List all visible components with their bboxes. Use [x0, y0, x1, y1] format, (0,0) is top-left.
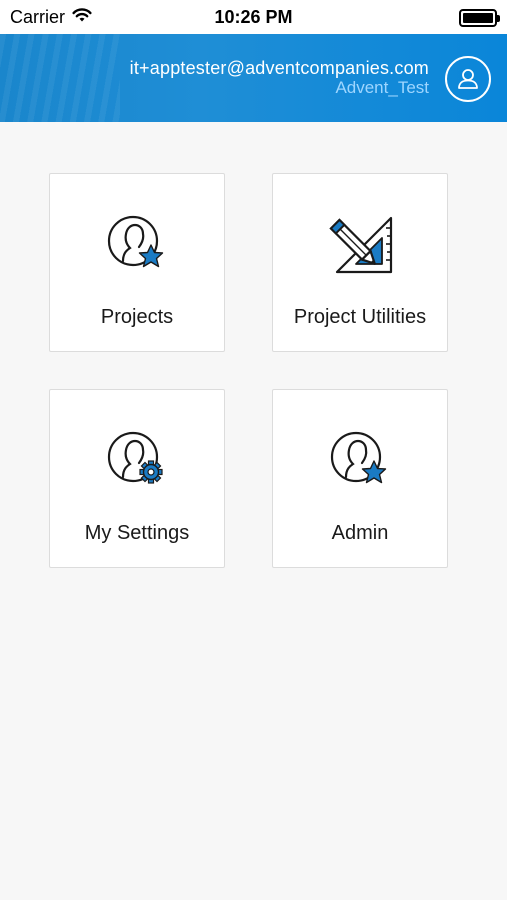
environment-label: Advent_Test — [335, 78, 429, 97]
user-star-icon — [273, 430, 447, 492]
app-header: it+apptester@adventcompanies.com Advent_… — [0, 34, 507, 122]
header-texture — [0, 34, 120, 122]
profile-avatar-button[interactable] — [445, 56, 491, 102]
admin-tile[interactable]: Admin — [272, 389, 448, 568]
user-email: it+apptester@adventcompanies.com — [129, 58, 429, 78]
status-bar: Carrier 10:26 PM — [0, 0, 507, 34]
user-gear-icon — [50, 430, 224, 492]
projects-label: Projects — [100, 306, 174, 328]
project-utilities-tile[interactable]: Project Utilities — [272, 173, 448, 352]
project-utilities-label: Project Utilities — [293, 306, 427, 328]
pencil-triangle-icon — [273, 214, 447, 276]
admin-label: Admin — [331, 522, 389, 544]
status-time: 10:26 PM — [214, 7, 293, 27]
my-settings-tile[interactable]: My Settings — [49, 389, 225, 568]
projects-tile[interactable]: Projects — [49, 173, 225, 352]
user-icon — [458, 69, 478, 89]
battery-icon — [459, 9, 500, 27]
my-settings-label: My Settings — [84, 522, 190, 544]
user-star-icon — [50, 214, 224, 276]
